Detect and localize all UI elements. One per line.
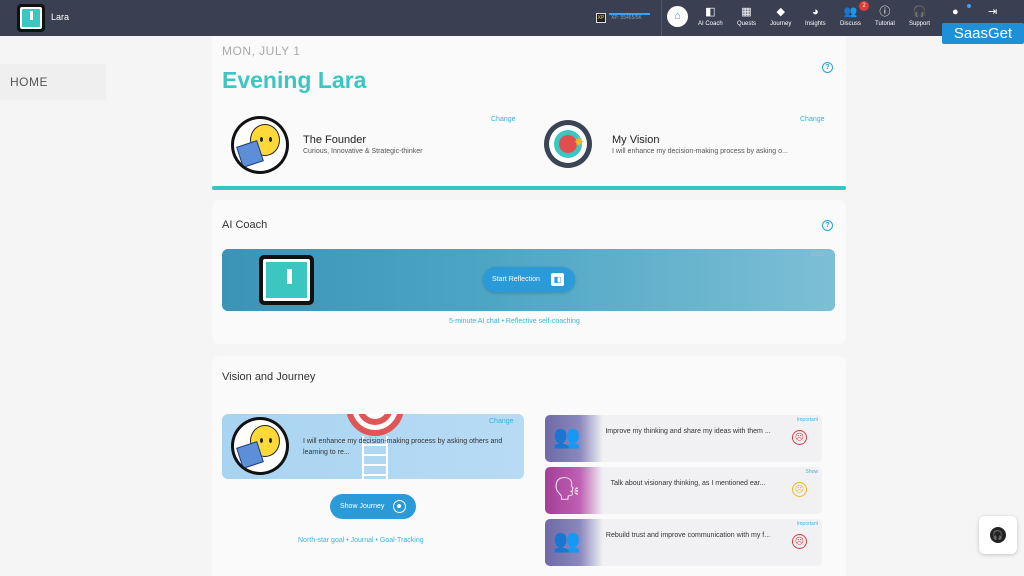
headset-icon: 🎧 xyxy=(912,6,927,18)
neutral-face-icon: ☹ xyxy=(792,482,807,497)
sad-face-icon: ☹ xyxy=(792,534,807,549)
goal-text: Talk about visionary thinking, as I ment… xyxy=(610,480,766,487)
nav-label: Support xyxy=(909,21,931,27)
app-logo[interactable] xyxy=(17,4,45,32)
goal-text: Rebuild trust and improve communication … xyxy=(605,532,771,539)
persona-subtitle: Curious, Innovative & Strategic-thinker xyxy=(303,148,423,155)
ai-coach-logo xyxy=(259,255,314,305)
xp-progress-bar: XP: 55465/5K xyxy=(609,13,655,22)
greeting-card xyxy=(212,36,846,188)
ai-coach-icon: ◧ xyxy=(705,6,716,18)
top-navigation-bar: Lara XP XP: 55465/5K ⌂ ◧ AI Coach ▦ Ques… xyxy=(0,0,1024,36)
goal-item[interactable]: 👥 Improve my thinking and share my ideas… xyxy=(545,415,822,462)
user-icon: ● xyxy=(952,6,959,18)
nav-quests[interactable]: ▦ Quests xyxy=(737,6,756,27)
nav-label: Discuss xyxy=(840,21,862,27)
nav-support[interactable]: 🎧 Support xyxy=(909,6,930,27)
section-title: AI Coach xyxy=(222,219,268,231)
goal-tag: Important xyxy=(796,521,818,527)
goal-item[interactable]: 🗣 Talk about visionary thinking, as I me… xyxy=(545,467,822,514)
question-icon: ⓘ xyxy=(879,6,891,18)
headset-icon: 🎧 xyxy=(990,527,1006,543)
diamond-icon: ◆ xyxy=(776,6,785,18)
nav-tutorial[interactable]: ⓘ Tutorial xyxy=(875,6,895,27)
nav-insights[interactable]: ◕ Insights xyxy=(805,6,826,27)
section-title: Vision and Journey xyxy=(222,371,316,383)
nav-label: Quests xyxy=(737,21,757,27)
persona-avatar xyxy=(231,417,289,475)
goal-text: Improve my thinking and share my ideas w… xyxy=(605,428,771,435)
nav-label: Insights xyxy=(805,21,826,27)
vision-caption: North-star goal • Journal • Goal-Trackin… xyxy=(298,537,424,544)
discuss-badge: 2 xyxy=(859,1,869,11)
target-icon xyxy=(346,414,404,436)
button-label: Start Reflection xyxy=(492,276,540,283)
nav-journey[interactable]: ◆ Journey xyxy=(770,6,791,27)
nav-ai-coach[interactable]: ◧ AI Coach xyxy=(698,6,723,27)
vision-subtitle: I will enhance my decision-making proces… xyxy=(612,148,788,155)
people-icon: 👥 xyxy=(843,6,858,18)
goal-tag: Show xyxy=(805,469,818,475)
nav-logout[interactable]: ⇥ xyxy=(988,6,997,20)
idea-person-icon: 🗣 xyxy=(553,476,581,501)
accent-divider xyxy=(212,186,846,190)
sad-face-icon: ☹ xyxy=(792,430,807,445)
divider xyxy=(661,0,662,36)
nav-label: Journey xyxy=(770,21,792,27)
user-name: Lara xyxy=(51,12,70,22)
change-persona-link[interactable]: Change xyxy=(491,116,516,123)
nav-discuss[interactable]: 👥 Discuss xyxy=(840,6,861,27)
people-icon: 👥 xyxy=(553,528,581,553)
ai-coach-caption: 5-minute AI chat • Reflective self-coach… xyxy=(449,318,580,325)
grid-icon: ▦ xyxy=(741,6,752,18)
arrow-icon: ✸ xyxy=(574,135,585,149)
persona-avatar xyxy=(231,116,289,174)
goal-category: 👥 xyxy=(545,519,603,566)
page-title: Evening Lara xyxy=(222,67,367,93)
sidebar-item-home[interactable]: HOME xyxy=(0,64,106,100)
current-date: MON, JULY 1 xyxy=(222,44,301,58)
vision-title: My Vision xyxy=(612,134,660,146)
home-button[interactable]: ⌂ xyxy=(667,6,688,27)
nav-profile[interactable]: ● xyxy=(952,6,959,20)
target-icon xyxy=(544,120,592,168)
logout-icon: ⇥ xyxy=(988,6,998,18)
show-journey-button[interactable]: Show Journey xyxy=(330,494,416,519)
goal-tag: Important xyxy=(796,417,818,423)
nav-label: AI Coach xyxy=(698,21,723,27)
support-chat-button[interactable]: 🎧 xyxy=(979,516,1017,554)
persona-title: The Founder xyxy=(303,134,366,146)
nav-label: Tutorial xyxy=(875,21,895,27)
xp-icon: XP xyxy=(596,13,606,23)
goal-item[interactable]: 👥 Rebuild trust and improve communicatio… xyxy=(545,519,822,566)
online-indicator xyxy=(967,4,971,8)
banner-tag: 2022 xyxy=(811,252,825,258)
start-reflection-button[interactable]: Start Reflection ◧ xyxy=(483,267,575,292)
help-icon[interactable]: ? xyxy=(822,220,833,231)
watermark: SaasGet xyxy=(942,23,1024,44)
goal-category: 🗣 xyxy=(545,467,603,514)
target-icon xyxy=(393,500,406,513)
change-vision-link[interactable]: Change xyxy=(800,116,825,123)
reflection-icon: ◧ xyxy=(551,273,564,286)
pie-icon: ◕ xyxy=(812,6,819,18)
change-vision-link[interactable]: Change xyxy=(489,418,514,425)
vision-statement: I will enhance my decision-making proces… xyxy=(303,438,503,456)
people-icon: 👥 xyxy=(553,424,581,449)
button-label: Show Journey xyxy=(340,503,385,510)
goal-category: 👥 xyxy=(545,415,603,462)
xp-label: XP: 55465/5K xyxy=(611,15,642,21)
help-icon[interactable]: ? xyxy=(822,62,833,73)
